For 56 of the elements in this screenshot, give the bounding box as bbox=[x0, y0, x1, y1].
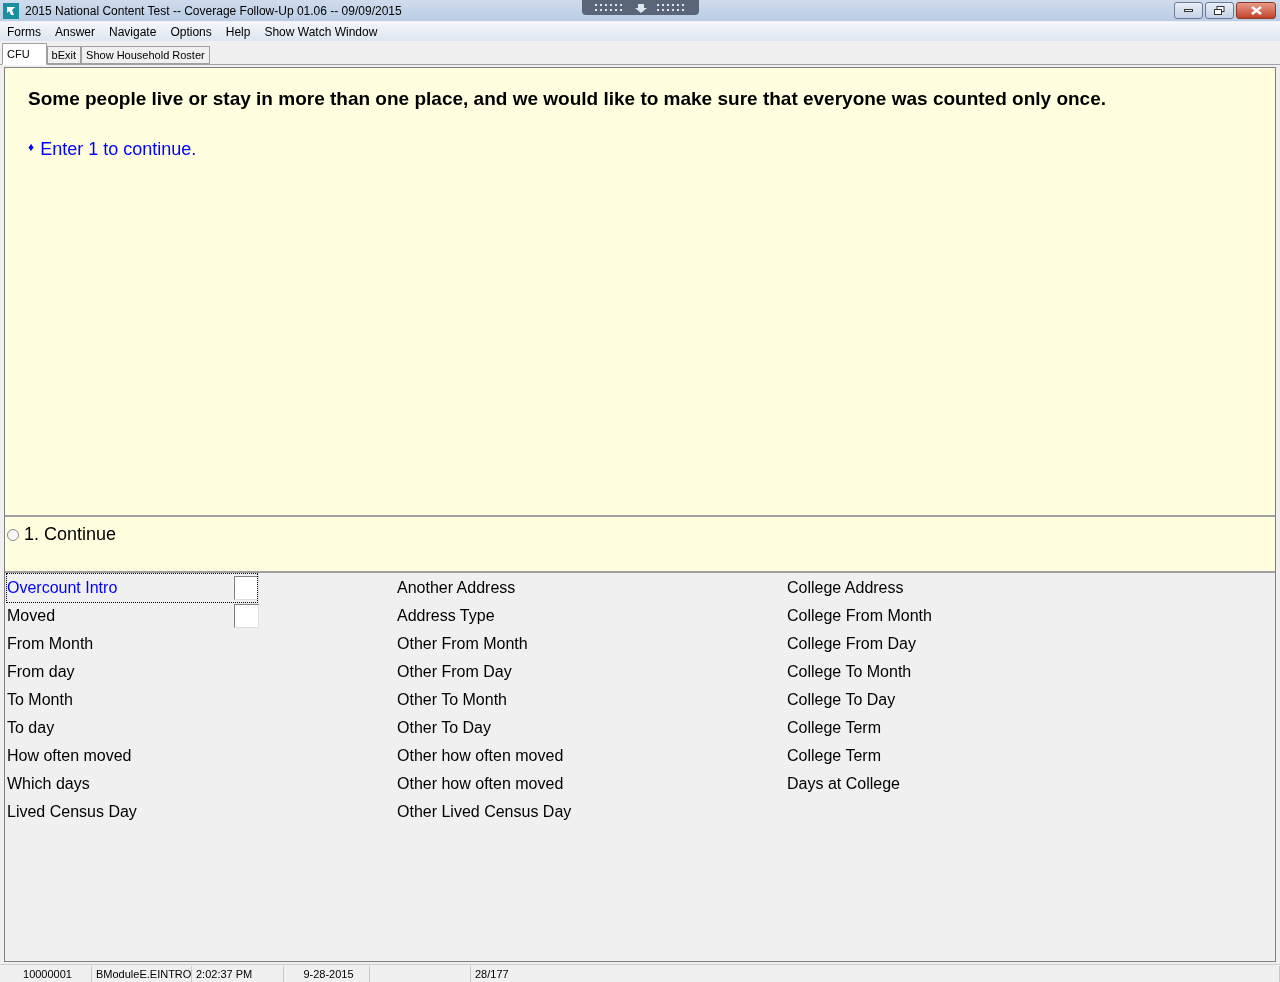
field-label[interactable]: To day bbox=[7, 716, 257, 740]
field-label[interactable]: Other To Day bbox=[397, 716, 647, 740]
field-label[interactable]: College Term bbox=[787, 716, 1037, 740]
field-label[interactable]: How often moved bbox=[7, 744, 257, 768]
field-label[interactable]: Other To Month bbox=[397, 688, 647, 712]
answer-label[interactable]: 1. Continue bbox=[24, 521, 117, 548]
input-field[interactable] bbox=[234, 576, 259, 600]
instruction-text: Enter 1 to continue. bbox=[40, 137, 197, 161]
menu-item[interactable]: Answer bbox=[55, 22, 95, 41]
status-field: 28/177 bbox=[470, 965, 1280, 982]
close-icon bbox=[1250, 6, 1262, 15]
minimize-icon bbox=[1184, 9, 1193, 12]
field-label[interactable]: Other how often moved bbox=[397, 772, 647, 796]
field-label[interactable]: College From Month bbox=[787, 604, 1037, 628]
restore-button[interactable] bbox=[1205, 2, 1234, 19]
instruction-bullet: ♦ bbox=[28, 138, 35, 156]
field-label[interactable]: College Address bbox=[787, 576, 1037, 600]
field-label[interactable]: College To Day bbox=[787, 688, 1037, 712]
field-label[interactable]: Address Type bbox=[397, 604, 647, 628]
question-text: Some people live or stay in more than one place, and we would like to make sure that everyone was counted only once. bbox=[28, 87, 1108, 111]
window-title: 2015 National Content Test -- Coverage Follow-Up 01.06 -- 09/09/2015 bbox=[25, 2, 402, 20]
minimize-button[interactable] bbox=[1174, 2, 1203, 19]
field-label[interactable]: To Month bbox=[7, 688, 257, 712]
field-label[interactable]: College To Month bbox=[787, 660, 1037, 684]
menu-item[interactable]: Help bbox=[225, 22, 251, 41]
status-field: 10000001 bbox=[0, 965, 92, 982]
field-label[interactable]: Other From Month bbox=[397, 632, 647, 656]
field-label[interactable]: Days at College bbox=[787, 772, 1037, 796]
field-label[interactable]: From Month bbox=[7, 632, 257, 656]
menu-item[interactable]: Forms bbox=[7, 22, 41, 41]
radio-button[interactable] bbox=[7, 528, 19, 541]
field-label[interactable]: Which days bbox=[7, 772, 257, 796]
status-field: 2:02:37 PM bbox=[192, 965, 284, 982]
field-label[interactable]: College From Day bbox=[787, 632, 1037, 656]
field-label[interactable]: Moved bbox=[7, 604, 234, 628]
restore-icon bbox=[1214, 6, 1225, 15]
dock-handle[interactable] bbox=[582, 0, 699, 15]
tab[interactable]: Show Household Roster bbox=[81, 46, 210, 64]
close-button[interactable] bbox=[1236, 2, 1276, 19]
field-label[interactable]: Other Lived Census Day bbox=[397, 800, 647, 824]
app-logo-icon bbox=[3, 2, 19, 19]
menu-item[interactable]: Navigate bbox=[109, 22, 157, 41]
tab[interactable]: CFU bbox=[2, 43, 47, 65]
status-field: 9-28-2015 bbox=[284, 965, 370, 982]
field-label[interactable]: Other how often moved bbox=[397, 744, 647, 768]
menu-item[interactable]: Options bbox=[170, 22, 212, 41]
tab[interactable]: bExit bbox=[46, 46, 82, 64]
field-label[interactable]: Overcount Intro bbox=[7, 576, 234, 600]
field-label[interactable]: Another Address bbox=[397, 576, 647, 600]
status-field: BModuleE.EINTRO bbox=[92, 965, 192, 982]
input-field[interactable] bbox=[234, 604, 259, 628]
field-label[interactable]: College Term bbox=[787, 744, 1037, 768]
menu-item[interactable]: Show Watch Window bbox=[264, 22, 378, 41]
field-label[interactable]: Other From Day bbox=[397, 660, 647, 684]
field-label[interactable]: From day bbox=[7, 660, 257, 684]
field-label[interactable]: Lived Census Day bbox=[7, 800, 257, 824]
